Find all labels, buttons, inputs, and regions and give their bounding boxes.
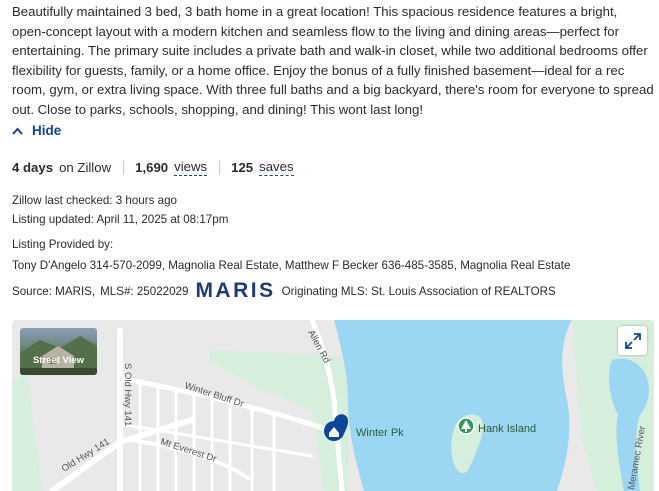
zillow-last-checked: Zillow last checked: 3 hours ago [12,194,177,207]
listing-description: Beautifully maintained 3 bed, 3 bath hom… [12,4,654,117]
map-canvas[interactable]: Allen Rd S Old Hwy 141 Winter Bluff Dr O… [12,320,654,491]
views-tooltip-link[interactable]: views [174,159,208,176]
mls-number: MLS#: 25022029 [100,284,189,298]
listing-provided-by-label: Listing Provided by: [12,238,114,251]
place-label-hank-island: Hank Island [478,423,536,435]
days-on-zillow-label: on Zillow [59,160,112,175]
map[interactable]: Allen Rd S Old Hwy 141 Winter Bluff Dr O… [12,320,654,491]
expand-map-button[interactable] [618,326,647,355]
views-value: 1,690 [135,160,169,175]
place-label-winter-pk: Winter Pk [356,427,404,439]
listing-updated: Listing updated: April 11, 2025 at 08:17… [12,213,229,226]
street-view-button[interactable]: Street View [20,328,97,375]
hide-label: Hide [32,123,62,138]
source-text: Source: MARIS, [12,284,96,298]
listing-stats: 4 days on Zillow 1,690 views 125 saves [12,159,294,176]
originating-mls: Originating MLS: St. Louis Association o… [281,284,556,298]
stats-divider [123,160,125,175]
days-on-zillow-value: 4 days [12,160,54,175]
listing-source: Source: MARIS, MLS#: 25022029 MARIS Orig… [12,279,556,303]
road-label-s-old-hwy: S Old Hwy 141 [122,363,133,426]
street-view-label: Street View [32,355,85,366]
expand-icon [624,332,641,349]
stats-divider [219,160,221,175]
listing-agents: Tony D'Angelo 314-570-2099, Magnolia Rea… [12,259,571,272]
street-view-thumbnail-icon [20,336,97,375]
hide-description-button[interactable]: Hide [12,123,61,138]
saves-tooltip-link[interactable]: saves [259,159,294,176]
saves-value: 125 [231,160,254,175]
chevron-up-icon [12,127,23,135]
park-pin-icon [457,417,475,435]
lake [334,320,572,491]
maris-logo: MARIS [195,279,276,302]
